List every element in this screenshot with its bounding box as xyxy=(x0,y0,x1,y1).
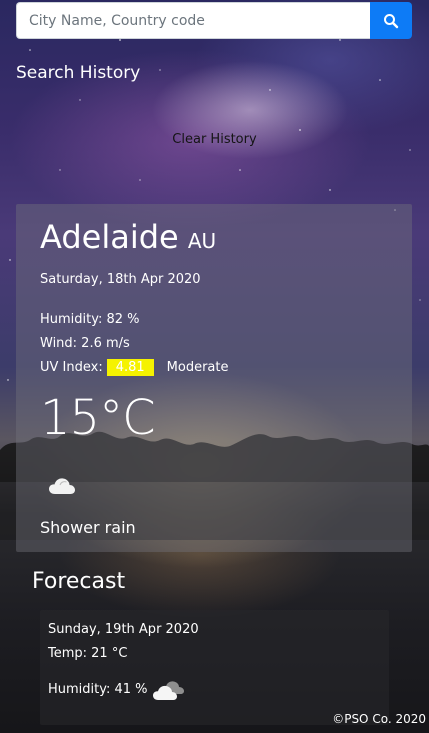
forecast-humidity: Humidity: 41 % xyxy=(48,682,148,697)
current-wind: Wind: 2.6 m/s xyxy=(40,336,130,351)
uv-index-level: Moderate xyxy=(166,360,229,375)
clear-history-button[interactable]: Clear History xyxy=(0,132,429,147)
current-weather-card: Adelaide AU Saturday, 18th Apr 2020 Humi… xyxy=(16,204,412,552)
uv-index-label: UV Index: xyxy=(40,360,103,375)
weather-description: Shower rain xyxy=(40,518,136,537)
current-temperature: 15°C xyxy=(40,390,156,446)
cloud-icon xyxy=(49,478,75,494)
search-bar xyxy=(16,2,412,39)
search-history-title: Search History xyxy=(16,63,141,83)
current-humidity: Humidity: 82 % xyxy=(40,312,140,327)
city-heading: Adelaide AU xyxy=(40,218,216,256)
cloud-icon xyxy=(153,681,184,700)
current-date: Saturday, 18th Apr 2020 xyxy=(40,272,201,287)
forecast-card: Sunday, 19th Apr 2020 Temp: 21 °C Humidi… xyxy=(40,610,389,725)
country-code: AU xyxy=(187,229,217,253)
uv-index-row: UV Index: 4.81 Moderate xyxy=(40,359,229,376)
uv-index-value: 4.81 xyxy=(106,359,154,376)
search-button[interactable] xyxy=(370,2,412,39)
forecast-title: Forecast xyxy=(32,569,126,594)
footer-copyright: ©PSO Co. 2020 xyxy=(332,712,426,726)
search-icon xyxy=(384,13,399,28)
city-name: Adelaide xyxy=(40,218,179,256)
forecast-date: Sunday, 19th Apr 2020 xyxy=(48,622,199,637)
city-search-input[interactable] xyxy=(16,2,370,39)
forecast-temp: Temp: 21 °C xyxy=(48,646,128,661)
